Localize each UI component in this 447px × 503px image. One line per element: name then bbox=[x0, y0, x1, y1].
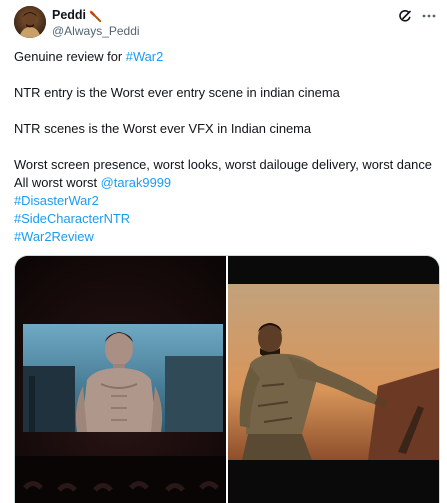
tweet-text: Genuine review for #War2 NTR entry is th… bbox=[14, 48, 434, 246]
tweet-line-3: NTR scenes is the Worst ever VFX in Indi… bbox=[14, 121, 312, 136]
media-photo-1[interactable] bbox=[15, 256, 226, 503]
profile-photo-icon bbox=[14, 6, 46, 38]
theater-screen-photo bbox=[15, 256, 226, 503]
media-photo-2[interactable] bbox=[228, 256, 439, 503]
mention-tarak9999[interactable]: @tarak9999 bbox=[101, 175, 171, 190]
avatar[interactable] bbox=[14, 6, 46, 38]
tweet-line-1: Genuine review for #War2 bbox=[14, 48, 434, 66]
grok-icon[interactable] bbox=[397, 8, 413, 24]
tweet-line-1-text: Genuine review for bbox=[14, 49, 126, 64]
tweet-line-4: Worst screen presence, worst looks, wors… bbox=[14, 156, 434, 192]
hashtag-war2[interactable]: #War2 bbox=[126, 49, 164, 64]
hashtag-disasterwar2[interactable]: #DisasterWar2 bbox=[14, 193, 99, 208]
tweet-line-4-text: Worst screen presence, worst looks, wors… bbox=[14, 157, 432, 190]
tweet[interactable]: Peddi @Always_Peddi Genuine review for #… bbox=[0, 0, 447, 503]
tweet-line-2: NTR entry is the Worst ever entry scene … bbox=[14, 85, 340, 100]
display-name-row[interactable]: Peddi bbox=[52, 8, 140, 23]
torch-emoji-icon bbox=[89, 10, 102, 22]
action-pose-photo bbox=[228, 256, 439, 503]
author-names: Peddi @Always_Peddi bbox=[52, 8, 140, 39]
display-name[interactable]: Peddi bbox=[52, 8, 86, 23]
more-dots-icon[interactable] bbox=[421, 8, 437, 24]
handle[interactable]: @Always_Peddi bbox=[52, 24, 140, 39]
header-actions bbox=[397, 8, 437, 24]
hashtag-war2review[interactable]: #War2Review bbox=[14, 229, 94, 244]
hashtag-sidecharacterntr[interactable]: #SideCharacterNTR bbox=[14, 211, 130, 226]
media-grid bbox=[14, 255, 440, 503]
